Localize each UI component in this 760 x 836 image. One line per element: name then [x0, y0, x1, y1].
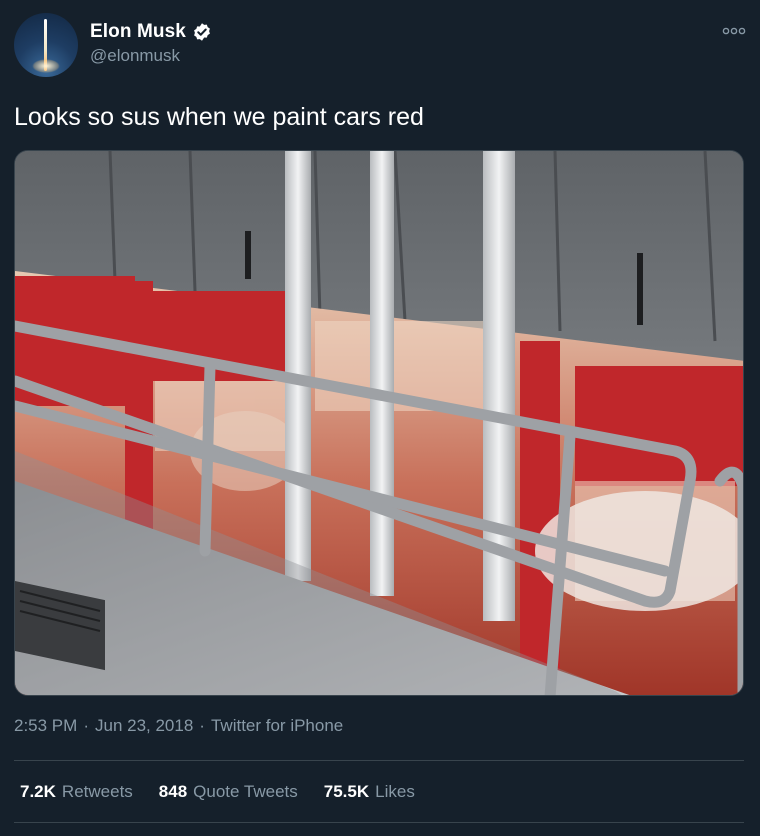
tweet-text: Looks so sus when we paint cars red [14, 103, 424, 131]
tweet-card: Elon Musk @elonmusk Looks so sus when we… [0, 0, 760, 836]
likes-stat[interactable]: 75.5K Likes [324, 782, 415, 802]
paint-shop-photo [15, 151, 743, 695]
verified-badge-icon [194, 23, 210, 41]
author-name-row[interactable]: Elon Musk [90, 20, 212, 44]
retweets-count: 7.2K [20, 782, 56, 801]
quote-tweets-count: 848 [158, 782, 188, 801]
tweet-date[interactable]: Jun 23, 2018 [95, 716, 193, 736]
more-options-icon[interactable] [722, 26, 746, 36]
divider [14, 760, 744, 761]
launch-glow [32, 59, 60, 73]
meta-separator: · [199, 716, 205, 735]
tweet-meta: 2:53 PM · Jun 23, 2018 · Twitter for iPh… [14, 716, 343, 736]
avatar[interactable] [14, 13, 78, 77]
author-display-name[interactable]: Elon Musk [90, 21, 186, 43]
quote-tweets-stat[interactable]: 848 Quote Tweets [159, 782, 298, 802]
likes-count: 75.5K [323, 782, 370, 801]
meta-separator: · [83, 716, 89, 735]
tweet-client[interactable]: Twitter for iPhone [211, 716, 343, 736]
quote-tweets-label: Quote Tweets [193, 782, 298, 801]
likes-label: Likes [375, 782, 415, 801]
tweet-photo[interactable] [14, 150, 744, 696]
author-handle[interactable]: @elonmusk [90, 46, 180, 66]
tweet-time[interactable]: 2:53 PM [14, 716, 77, 736]
divider [14, 822, 744, 823]
retweets-stat[interactable]: 7.2K Retweets [20, 782, 133, 802]
retweets-label: Retweets [61, 782, 133, 801]
tweet-stats: 7.2K Retweets 848 Quote Tweets 75.5K Lik… [20, 782, 415, 802]
